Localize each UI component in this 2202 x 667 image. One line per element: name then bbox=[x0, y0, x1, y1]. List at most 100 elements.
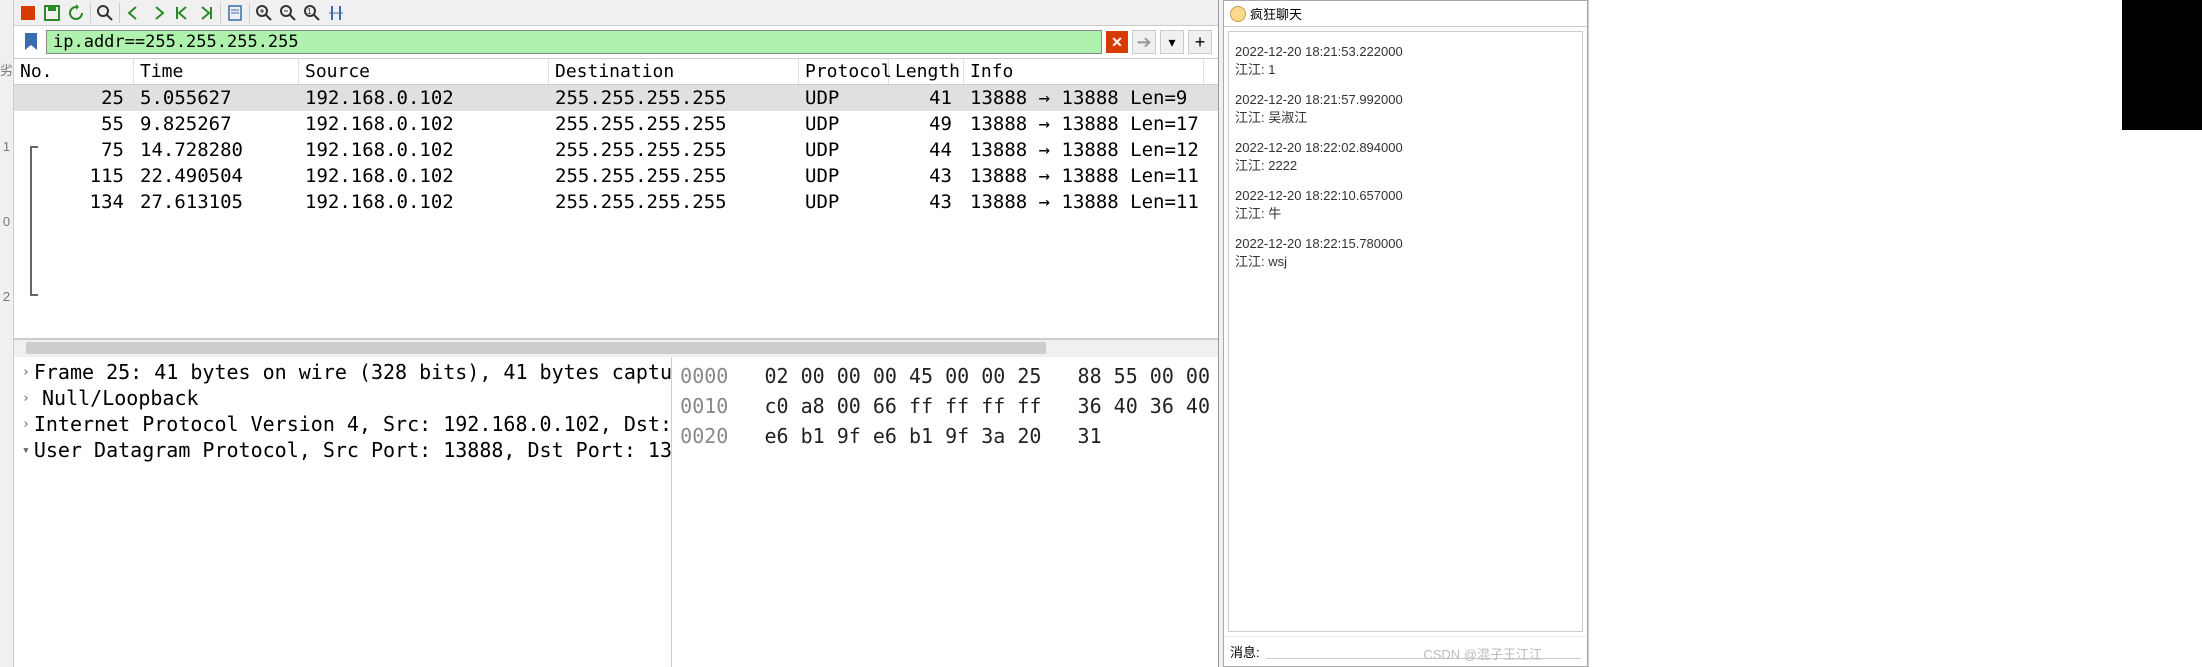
cell-info: 13888 → 13888 Len=9 bbox=[964, 85, 1204, 111]
cell-info: 13888 → 13888 Len=11 bbox=[964, 189, 1204, 215]
detail-tree-item[interactable]: › Internet Protocol Version 4, Src: 192.1… bbox=[14, 411, 671, 437]
col-dest-header[interactable]: Destination bbox=[549, 59, 799, 84]
gutter-mark: 2 bbox=[0, 289, 13, 304]
sep-icon bbox=[220, 3, 221, 23]
hex-row[interactable]: 0000 02 00 00 00 45 00 00 25 88 55 00 00 bbox=[680, 361, 1210, 391]
cell-info: 13888 → 13888 Len=12 bbox=[964, 137, 1204, 163]
cell-source: 192.168.0.102 bbox=[299, 137, 549, 163]
chevron-right-icon[interactable]: › bbox=[22, 391, 38, 406]
col-length-header[interactable]: Length bbox=[889, 59, 964, 84]
cell-length: 41 bbox=[889, 85, 964, 111]
hex-row[interactable]: 0010 c0 a8 00 66 ff ff ff ff 36 40 36 40 bbox=[680, 391, 1210, 421]
hex-bytes: 02 00 00 00 45 00 00 25 88 55 00 00 bbox=[764, 364, 1210, 388]
cell-time: 22.490504 bbox=[134, 163, 299, 189]
chat-text: 江江: 牛 bbox=[1235, 203, 1576, 222]
cell-proto: UDP bbox=[799, 85, 889, 111]
zoom-out-icon[interactable] bbox=[278, 3, 298, 23]
resize-cols-icon[interactable] bbox=[326, 3, 346, 23]
cell-proto: UDP bbox=[799, 189, 889, 215]
go-first-icon[interactable] bbox=[172, 3, 192, 23]
chat-window: 疯狂聊天 2022-12-20 18:21:53.222000江江: 12022… bbox=[1223, 0, 1588, 667]
chat-app-icon bbox=[1230, 6, 1246, 22]
col-proto-header[interactable]: Protocol bbox=[799, 59, 889, 84]
gutter-mark: 0 bbox=[0, 214, 13, 229]
apply-filter-icon[interactable]: ➔ bbox=[1132, 30, 1156, 54]
zoom-in-icon[interactable] bbox=[254, 3, 274, 23]
toolbar: 1 bbox=[14, 0, 1218, 26]
detail-tree-item[interactable]: › Frame 25: 41 bytes on wire (328 bits), … bbox=[14, 359, 671, 385]
table-row[interactable]: 255.055627192.168.0.102255.255.255.255UD… bbox=[14, 85, 1218, 111]
detail-text: Internet Protocol Version 4, Src: 192.16… bbox=[34, 412, 672, 436]
chat-message: 2022-12-20 18:21:57.992000江江: 吴淑江 bbox=[1229, 80, 1582, 128]
cell-dest: 255.255.255.255 bbox=[549, 163, 799, 189]
cell-dest: 255.255.255.255 bbox=[549, 137, 799, 163]
go-last-icon[interactable] bbox=[196, 3, 216, 23]
detail-text: User Datagram Protocol, Src Port: 13888,… bbox=[34, 438, 672, 462]
table-row[interactable]: 7514.728280192.168.0.102255.255.255.255U… bbox=[14, 137, 1218, 163]
chevron-right-icon[interactable]: › bbox=[22, 365, 30, 380]
cell-dest: 255.255.255.255 bbox=[549, 189, 799, 215]
cell-proto: UDP bbox=[799, 137, 889, 163]
go-back-icon[interactable] bbox=[124, 3, 144, 23]
add-filter-icon[interactable]: + bbox=[1188, 30, 1212, 54]
filter-row: ✕ ➔ ▾ + bbox=[14, 26, 1218, 59]
chevron-down-icon[interactable]: ▾ bbox=[22, 443, 30, 458]
chat-log[interactable]: 2022-12-20 18:21:53.222000江江: 12022-12-2… bbox=[1228, 31, 1583, 632]
cell-info: 13888 → 13888 Len=17 bbox=[964, 111, 1204, 137]
right-empty-area bbox=[1588, 0, 2202, 667]
detail-tree-item[interactable]: › Null/Loopback bbox=[14, 385, 671, 411]
clear-filter-icon[interactable]: ✕ bbox=[1106, 31, 1128, 53]
detail-tree-item[interactable]: ▾ User Datagram Protocol, Src Port: 13888… bbox=[14, 437, 671, 463]
cell-source: 192.168.0.102 bbox=[299, 85, 549, 111]
autoscroll-icon[interactable] bbox=[225, 3, 245, 23]
h-scrollbar[interactable] bbox=[14, 339, 1218, 357]
reload-icon[interactable] bbox=[66, 3, 86, 23]
cell-time: 9.825267 bbox=[134, 111, 299, 137]
col-info-header[interactable]: Info bbox=[964, 59, 1204, 84]
filter-history-icon[interactable]: ▾ bbox=[1160, 30, 1184, 54]
find-icon[interactable] bbox=[95, 3, 115, 23]
cell-info: 13888 → 13888 Len=11 bbox=[964, 163, 1204, 189]
go-fwd-icon[interactable] bbox=[148, 3, 168, 23]
cell-no: 55 bbox=[14, 111, 134, 137]
detail-text: Frame 25: 41 bytes on wire (328 bits), 4… bbox=[34, 360, 672, 384]
left-gutter: 劣102 bbox=[0, 0, 14, 667]
svg-text:1: 1 bbox=[307, 7, 312, 16]
chat-text: 江江: 2222 bbox=[1235, 155, 1576, 174]
bookmark-icon[interactable] bbox=[20, 31, 42, 53]
col-source-header[interactable]: Source bbox=[299, 59, 549, 84]
chevron-right-icon[interactable]: › bbox=[22, 417, 30, 432]
table-row[interactable]: 559.825267192.168.0.102255.255.255.255UD… bbox=[14, 111, 1218, 137]
cell-proto: UDP bbox=[799, 163, 889, 189]
chat-timestamp: 2022-12-20 18:21:53.222000 bbox=[1235, 44, 1576, 59]
col-time-header[interactable]: Time bbox=[134, 59, 299, 84]
scrollbar-thumb[interactable] bbox=[26, 342, 1046, 354]
hex-bytes: c0 a8 00 66 ff ff ff ff 36 40 36 40 bbox=[764, 394, 1210, 418]
detail-text: Null/Loopback bbox=[42, 386, 199, 410]
sep-icon bbox=[119, 3, 120, 23]
cell-length: 43 bbox=[889, 189, 964, 215]
zoom-reset-icon[interactable]: 1 bbox=[302, 3, 322, 23]
chat-text: 江江: 吴淑江 bbox=[1235, 107, 1576, 126]
cell-source: 192.168.0.102 bbox=[299, 189, 549, 215]
hex-offset: 0000 bbox=[680, 364, 728, 388]
col-no-header[interactable]: No. bbox=[14, 59, 134, 84]
table-row[interactable]: 13427.613105192.168.0.102255.255.255.255… bbox=[14, 189, 1218, 215]
cell-length: 43 bbox=[889, 163, 964, 189]
chat-titlebar[interactable]: 疯狂聊天 bbox=[1224, 1, 1587, 27]
chat-text: 江江: wsj bbox=[1235, 251, 1576, 270]
gutter-mark: 1 bbox=[0, 139, 13, 154]
cell-time: 5.055627 bbox=[134, 85, 299, 111]
chat-title-text: 疯狂聊天 bbox=[1250, 4, 1302, 23]
chat-timestamp: 2022-12-20 18:22:10.657000 bbox=[1235, 188, 1576, 203]
chat-message: 2022-12-20 18:22:10.657000江江: 牛 bbox=[1229, 176, 1582, 224]
save-icon[interactable] bbox=[42, 3, 62, 23]
hex-row[interactable]: 0020 e6 b1 9f e6 b1 9f 3a 20 31 bbox=[680, 421, 1210, 451]
packet-details[interactable]: › Frame 25: 41 bytes on wire (328 bits), … bbox=[14, 357, 672, 667]
packet-bytes[interactable]: 0000 02 00 00 00 45 00 00 25 88 55 00 00… bbox=[672, 357, 1218, 667]
packet-header-row: No. Time Source Destination Protocol Len… bbox=[14, 59, 1218, 85]
cell-source: 192.168.0.102 bbox=[299, 163, 549, 189]
display-filter-input[interactable] bbox=[46, 30, 1102, 54]
table-row[interactable]: 11522.490504192.168.0.102255.255.255.255… bbox=[14, 163, 1218, 189]
left-red-icon[interactable] bbox=[18, 3, 38, 23]
